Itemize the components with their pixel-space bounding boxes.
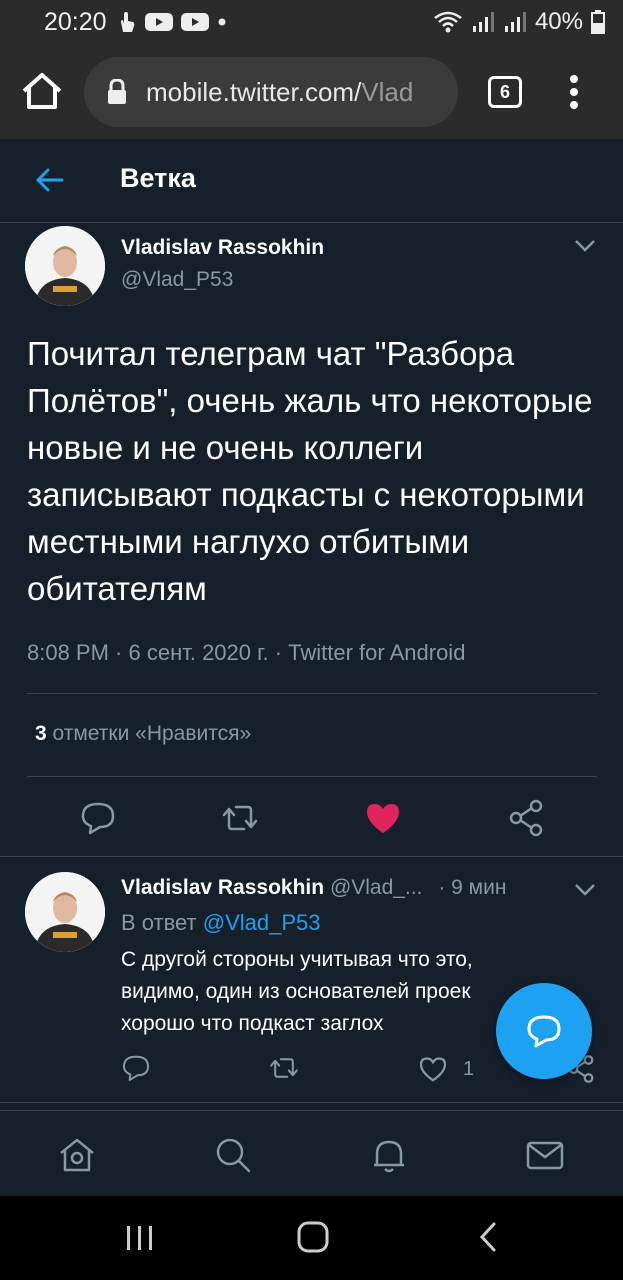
- url-path: Vlad: [361, 77, 414, 107]
- chevron-down-icon[interactable]: [573, 882, 597, 898]
- reply-prefix: В ответ: [121, 910, 203, 935]
- youtube-icon: [145, 13, 173, 31]
- browser-home-button[interactable]: [20, 71, 64, 111]
- search-icon: [216, 1138, 251, 1173]
- divider: [27, 693, 597, 694]
- avatar[interactable]: [25, 226, 105, 306]
- wifi-icon: [434, 11, 462, 33]
- touch-icon: [121, 12, 135, 32]
- heart-icon: [419, 1057, 447, 1082]
- battery-percent: 40%: [534, 8, 583, 35]
- youtube-icon: [181, 13, 209, 31]
- tabs-button[interactable]: 6: [488, 76, 522, 108]
- reply-line: видимо, один из основателей проек: [121, 980, 471, 1003]
- page-title: Ветка: [120, 163, 196, 193]
- likes-summary[interactable]: 3 отметки «Нравится»: [35, 722, 251, 746]
- status-time: 20:20: [44, 8, 107, 36]
- heart-filled-icon: [367, 804, 399, 833]
- like-button[interactable]: [418, 1054, 448, 1084]
- avatar[interactable]: [25, 872, 105, 952]
- divider: [27, 776, 597, 777]
- tab-explore[interactable]: [213, 1135, 253, 1175]
- android-back-icon[interactable]: [476, 1220, 500, 1254]
- retweet-button[interactable]: [268, 1052, 300, 1084]
- author-handle[interactable]: @Vlad_P53: [121, 268, 233, 292]
- avatar-photo: [25, 872, 105, 952]
- reply-header: Vladislav Rassokhin @Vlad_... · 9 мин: [121, 876, 506, 900]
- tweet-text: Почитал телеграм чат "Разбора Полётов", …: [27, 335, 593, 607]
- compose-button[interactable]: [496, 983, 592, 1079]
- signal-icon: [504, 12, 526, 32]
- tweet-meta: 8:08 PM · 6 сент. 2020 г. · Twitter for …: [27, 640, 466, 665]
- recents-icon[interactable]: [124, 1224, 156, 1252]
- thread-header: Ветка: [0, 139, 623, 223]
- status-bar: 20:20 40%: [0, 0, 623, 44]
- tab-home[interactable]: [57, 1135, 97, 1175]
- retweet-icon: [270, 1058, 298, 1078]
- reply-icon: [123, 1055, 149, 1081]
- browser-menu-button[interactable]: [566, 74, 582, 110]
- tab-notifications[interactable]: [369, 1135, 409, 1175]
- url-text: mobile.twitter.com/Vlad: [146, 77, 413, 108]
- share-button[interactable]: [506, 798, 546, 838]
- retweet-icon: [222, 805, 258, 831]
- reply-icon: [81, 802, 115, 835]
- retweet-button[interactable]: [220, 798, 260, 838]
- likes-count: 3: [35, 722, 47, 745]
- avatar-photo: [25, 226, 105, 306]
- browser-toolbar: mobile.twitter.com/Vlad 6: [0, 44, 623, 139]
- author-name[interactable]: Vladislav Rassokhin: [121, 876, 324, 899]
- android-home-icon[interactable]: [296, 1220, 330, 1254]
- home-icon: [60, 1138, 94, 1172]
- author-handle[interactable]: @Vlad_...: [330, 876, 423, 899]
- home-icon: [22, 73, 62, 109]
- messages-icon: [526, 1141, 564, 1170]
- notifications-icon: [374, 1140, 404, 1173]
- url-domain: mobile.twitter.com/: [146, 77, 362, 107]
- tweet-time: · 9 мин: [438, 876, 507, 899]
- reply-button[interactable]: [120, 1052, 152, 1084]
- status-system-icons: 40%: [433, 8, 605, 36]
- reply-to-line: В ответ @Vlad_P53: [121, 910, 321, 936]
- battery-icon: [591, 10, 605, 34]
- android-nav-bar: [0, 1196, 623, 1280]
- mention-link[interactable]: @Vlad_P53: [203, 910, 321, 935]
- divider: [0, 856, 623, 857]
- divider: [0, 1102, 623, 1103]
- bottom-tab-bar: [0, 1110, 623, 1196]
- status-notification-icons: [115, 10, 227, 34]
- signal-icon: [472, 12, 494, 32]
- like-button[interactable]: [363, 798, 403, 838]
- share-icon: [509, 799, 543, 837]
- url-bar[interactable]: mobile.twitter.com/Vlad: [84, 57, 458, 127]
- likes-label: отметки «Нравится»: [46, 722, 252, 745]
- compose-icon: [527, 1015, 561, 1048]
- reply-line: С другой стороны учитывая что это,: [121, 948, 473, 971]
- reply-button[interactable]: [78, 798, 118, 838]
- more-icon: [570, 75, 578, 109]
- like-count: 1: [463, 1058, 475, 1080]
- dot-icon: [218, 18, 226, 26]
- reply-line: хорошо что подкаст заглох: [121, 1012, 384, 1035]
- chevron-down-icon[interactable]: [573, 238, 597, 254]
- lock-icon: [108, 79, 126, 104]
- tab-messages[interactable]: [525, 1135, 565, 1175]
- author-name[interactable]: Vladislav Rassokhin: [121, 236, 324, 260]
- reply-text: С другой стороны учитывая что это, видим…: [121, 944, 561, 1040]
- back-arrow-icon[interactable]: [34, 166, 66, 194]
